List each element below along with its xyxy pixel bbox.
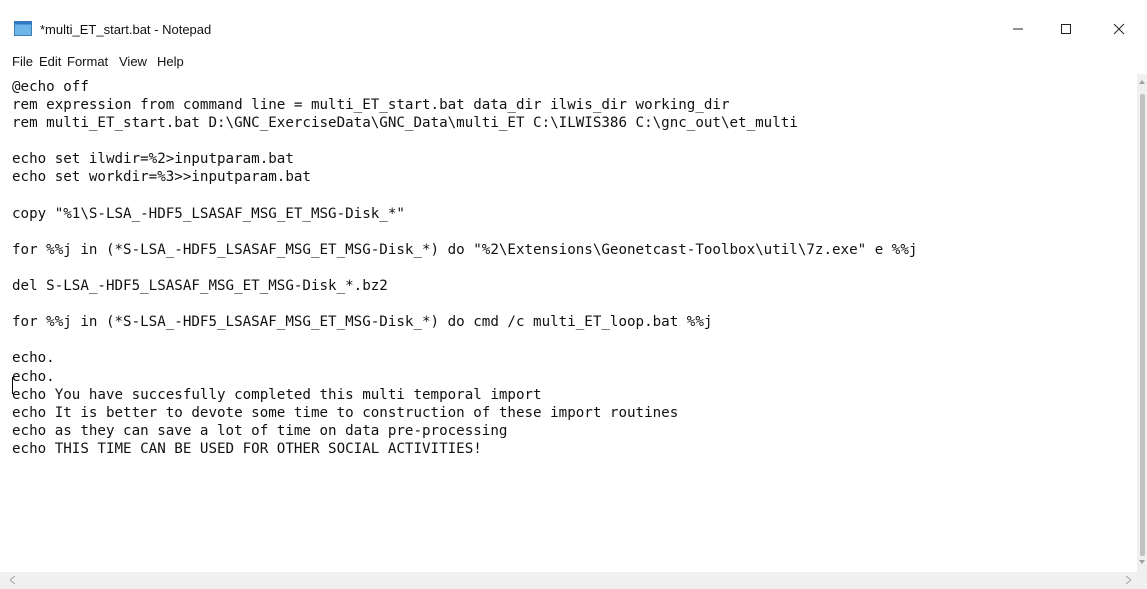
text-editor[interactable]: @echo off rem expression from command li… xyxy=(0,74,1137,572)
code-line: echo You have succesfully completed this… xyxy=(12,386,542,403)
scroll-left-arrow-icon[interactable] xyxy=(10,576,15,584)
code-line: echo THIS TIME CAN BE USED FOR OTHER SOC… xyxy=(12,440,482,457)
close-button[interactable] xyxy=(1096,14,1142,44)
code-line: rem expression from command line = multi… xyxy=(12,97,730,114)
code-line: echo. xyxy=(12,350,55,367)
window-title: *multi_ET_start.bat - Notepad xyxy=(40,22,212,37)
code-line: echo It is better to devote some time to… xyxy=(12,404,679,421)
editor-text[interactable]: @echo off rem expression from command li… xyxy=(12,78,917,458)
minimize-icon xyxy=(1013,28,1023,30)
menu-format[interactable]: Format xyxy=(67,54,108,69)
menu-view[interactable]: View xyxy=(119,54,147,69)
close-icon xyxy=(1113,23,1125,35)
title-bar: *multi_ET_start.bat - Notepad xyxy=(0,0,1147,48)
menu-bar: File Edit Format View Help xyxy=(0,52,1147,72)
code-line: for %%j in (*S-LSA_-HDF5_LSASAF_MSG_ET_M… xyxy=(12,241,918,258)
code-line: echo. xyxy=(12,368,55,385)
code-line: del S-LSA_-HDF5_LSASAF_MSG_ET_MSG-Disk_*… xyxy=(12,278,388,295)
code-line: @echo off xyxy=(12,79,89,95)
menu-file[interactable]: File xyxy=(12,54,33,69)
code-line: echo set ilwdir=%2>inputparam.bat xyxy=(12,151,294,168)
code-line: echo as they can save a lot of time on d… xyxy=(12,422,508,439)
menu-help[interactable]: Help xyxy=(157,54,184,69)
menu-edit[interactable]: Edit xyxy=(39,54,61,69)
text-caret xyxy=(12,377,13,394)
vertical-scrollbar[interactable] xyxy=(1137,74,1147,572)
scroll-down-arrow-icon[interactable] xyxy=(1139,560,1145,564)
notepad-icon xyxy=(14,21,32,36)
code-line: for %%j in (*S-LSA_-HDF5_LSASAF_MSG_ET_M… xyxy=(12,314,713,331)
code-line: echo set workdir=%3>>inputparam.bat xyxy=(12,169,311,186)
minimize-button[interactable] xyxy=(995,14,1041,44)
maximize-button[interactable] xyxy=(1043,14,1089,44)
horizontal-scrollbar[interactable] xyxy=(0,572,1147,589)
code-line: rem multi_ET_start.bat D:\GNC_ExerciseDa… xyxy=(12,115,798,132)
maximize-icon xyxy=(1061,24,1071,34)
scroll-up-arrow-icon[interactable] xyxy=(1139,80,1145,84)
vertical-scroll-thumb[interactable] xyxy=(1140,94,1145,556)
scroll-right-arrow-icon[interactable] xyxy=(1126,576,1131,584)
code-line: copy "%1\S-LSA_-HDF5_LSASAF_MSG_ET_MSG-D… xyxy=(12,205,405,222)
